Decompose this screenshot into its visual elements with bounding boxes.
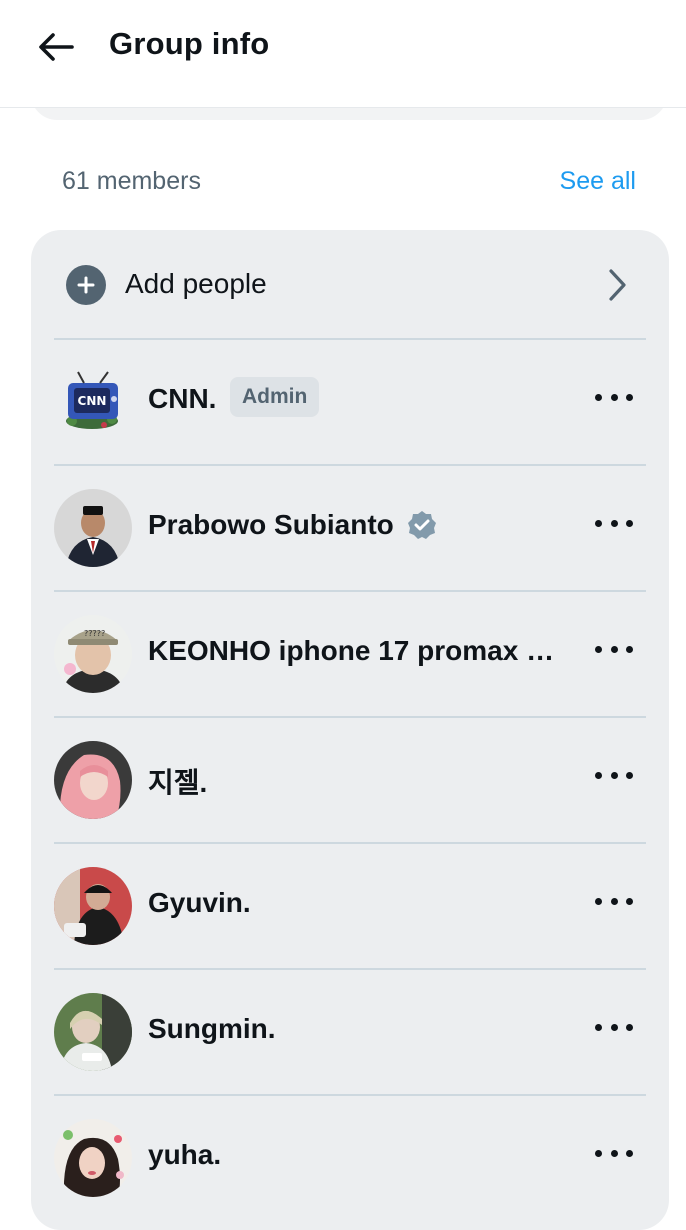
members-header: 61 members See all: [0, 158, 686, 208]
top-bar: Group info: [0, 0, 686, 108]
avatar: [54, 993, 132, 1071]
admin-badge: Admin: [230, 377, 320, 417]
more-options-button[interactable]: [595, 1138, 633, 1168]
member-row-gyuvin[interactable]: Gyuvin.: [31, 844, 669, 968]
members-count: 61 members: [62, 167, 201, 195]
verified-badge-icon: [408, 511, 436, 539]
more-dots-icon: [595, 393, 602, 401]
add-people-label: Add people: [125, 268, 267, 299]
more-options-button[interactable]: [595, 760, 633, 790]
avatar: [54, 489, 132, 567]
member-row-prabowo[interactable]: Prabowo Subianto: [31, 466, 669, 590]
member-row-keonho[interactable]: ????? KEONHO iphone 17 promax …: [31, 592, 669, 716]
more-dots-icon: [595, 897, 602, 905]
avatar: [54, 1119, 132, 1197]
member-name: Prabowo Subianto: [148, 509, 394, 540]
member-name: Gyuvin.: [148, 887, 251, 918]
arrow-left-icon: [39, 33, 74, 61]
members-card: Add people CNN CNN. Admin Prabowo Subian…: [31, 230, 669, 1230]
avatar: [54, 741, 132, 819]
more-options-button[interactable]: [595, 382, 633, 412]
svg-text:?????: ?????: [84, 629, 105, 638]
plus-circle-icon: [66, 265, 106, 305]
member-name: CNN.: [148, 383, 217, 414]
member-row-sungmin[interactable]: Sungmin.: [31, 970, 669, 1094]
page-title: Group info: [109, 26, 270, 61]
back-button[interactable]: [30, 24, 82, 70]
more-dots-icon: [595, 645, 602, 653]
member-row-giselle[interactable]: 지젤.: [31, 718, 669, 842]
more-dots-icon: [595, 771, 602, 779]
member-name: Sungmin.: [148, 1013, 276, 1044]
more-dots-icon: [595, 519, 602, 527]
more-options-button[interactable]: [595, 1012, 633, 1042]
member-row-cnn[interactable]: CNN CNN. Admin: [31, 340, 669, 464]
avatar: [54, 867, 132, 945]
more-options-button[interactable]: [595, 508, 633, 538]
more-dots-icon: [595, 1149, 602, 1157]
avatar: ?????: [54, 615, 132, 693]
member-name: yuha.: [148, 1139, 222, 1170]
member-name: 지젤.: [148, 767, 208, 798]
chevron-right-icon: [609, 269, 626, 301]
avatar: CNN: [54, 363, 132, 441]
more-options-button[interactable]: [595, 634, 633, 664]
member-row-yuha[interactable]: yuha.: [31, 1096, 669, 1220]
more-options-button[interactable]: [595, 886, 633, 916]
see-all-link[interactable]: See all: [560, 167, 636, 196]
add-people-button[interactable]: Add people: [31, 230, 669, 339]
member-name: KEONHO iphone 17 promax …: [148, 635, 555, 666]
svg-text:CNN: CNN: [78, 394, 107, 408]
more-dots-icon: [595, 1023, 602, 1031]
